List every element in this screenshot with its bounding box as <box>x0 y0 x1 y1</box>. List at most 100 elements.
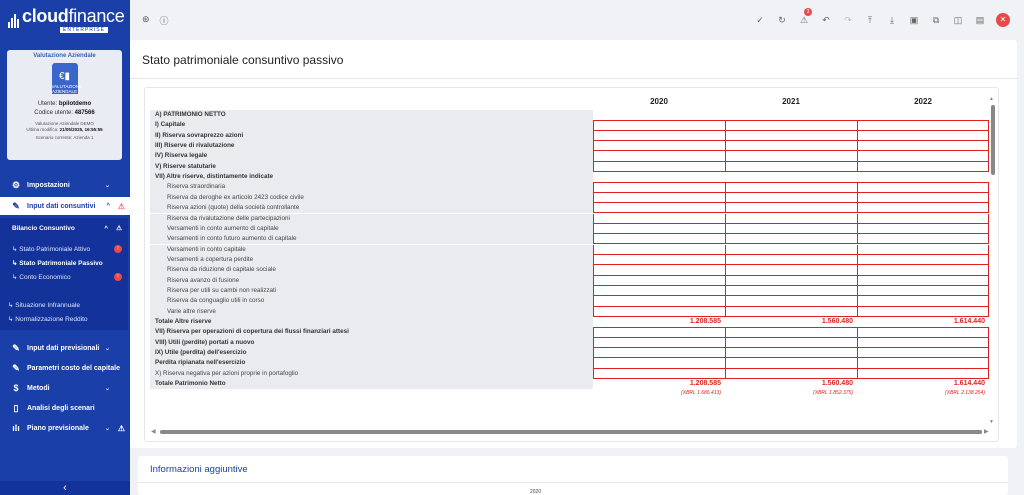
sub-conto-economico[interactable]: ↳ Conto Economico! <box>0 270 128 284</box>
input-cell-2022[interactable] <box>857 306 989 317</box>
input-cell-2021[interactable] <box>725 192 858 204</box>
input-cell-2021[interactable] <box>725 327 858 338</box>
help-icon[interactable]: ⓘ <box>160 14 169 27</box>
scroll-up-icon[interactable]: ▲ <box>989 96 994 102</box>
input-cell-2021[interactable] <box>725 151 858 162</box>
input-cell-2020[interactable] <box>593 358 726 369</box>
app-logo[interactable]: cloudfinance ENTERPRISE <box>0 0 130 40</box>
input-cell-2020[interactable] <box>593 203 726 214</box>
input-cell-2020[interactable] <box>593 223 726 235</box>
input-cell-2022[interactable] <box>857 151 989 162</box>
input-cell-2020[interactable] <box>593 161 726 173</box>
horizontal-scrollbar[interactable] <box>160 430 982 434</box>
input-cell-2020[interactable] <box>593 296 726 307</box>
nav-parametri[interactable]: ✎ Parametri costo del capitale <box>0 359 130 377</box>
input-cell-2022[interactable] <box>857 182 989 193</box>
input-cell-2021[interactable] <box>725 130 858 141</box>
input-cell-2022[interactable] <box>857 141 989 152</box>
upload-icon[interactable]: ⤒ <box>864 15 876 26</box>
input-cell-2022[interactable] <box>857 223 989 235</box>
vertical-scrollbar[interactable] <box>991 105 995 175</box>
input-cell-2021[interactable] <box>725 234 858 245</box>
input-cell-2021[interactable] <box>725 275 858 286</box>
input-cell-2020[interactable] <box>593 234 726 245</box>
input-cell-2021[interactable] <box>725 348 858 359</box>
support-icon[interactable]: ⊛ <box>142 14 150 27</box>
input-cell-2022[interactable] <box>857 275 989 286</box>
input-cell-2022[interactable] <box>857 327 989 338</box>
input-cell-2021[interactable] <box>725 358 858 369</box>
input-cell-2020[interactable] <box>593 151 726 162</box>
scroll-down-icon[interactable]: ▼ <box>989 419 994 425</box>
input-cell-2021[interactable] <box>725 306 858 317</box>
check-icon[interactable]: ✓ <box>754 15 766 26</box>
input-cell-2021[interactable] <box>725 337 858 348</box>
input-cell-2020[interactable] <box>593 265 726 276</box>
refresh-icon[interactable]: ↻ <box>776 15 788 26</box>
nav-piano[interactable]: ılı Piano previsionale ⌄ ⚠ <box>0 419 130 437</box>
input-cell-2022[interactable] <box>857 120 989 131</box>
nav-input-previsionali[interactable]: ✎ Input dati previsionali ⌄ <box>0 339 130 357</box>
nav-impostazioni[interactable]: ⚙ Impostazioni ⌄ <box>0 176 130 194</box>
input-cell-2021[interactable] <box>725 254 858 266</box>
input-cell-2020[interactable] <box>593 130 726 141</box>
input-cell-2020[interactable] <box>593 213 726 224</box>
input-cell-2022[interactable] <box>857 285 989 297</box>
undo-icon[interactable]: ↶ <box>820 15 832 26</box>
input-cell-2022[interactable] <box>857 265 989 276</box>
input-cell-2022[interactable] <box>857 130 989 141</box>
nav-input-consuntivi[interactable]: ✎ Input dati consuntivi ^ ⚠ <box>0 197 130 215</box>
nav-analisi[interactable]: ▯ Analisi degli scenari <box>0 399 130 417</box>
collapse-sidebar-button[interactable]: ‹ <box>0 481 130 495</box>
input-cell-2021[interactable] <box>725 223 858 235</box>
input-cell-2022[interactable] <box>857 192 989 204</box>
input-cell-2020[interactable] <box>593 182 726 193</box>
input-cell-2020[interactable] <box>593 285 726 297</box>
input-cell-2020[interactable] <box>593 368 726 380</box>
input-cell-2021[interactable] <box>725 161 858 173</box>
notifications-icon[interactable]: ⚠ 3 <box>798 7 812 26</box>
input-cell-2022[interactable] <box>857 348 989 359</box>
input-cell-2022[interactable] <box>857 234 989 245</box>
input-cell-2020[interactable] <box>593 348 726 359</box>
panel-icon[interactable]: ◫ <box>952 15 964 26</box>
input-cell-2020[interactable] <box>593 141 726 152</box>
input-cell-2021[interactable] <box>725 203 858 214</box>
input-cell-2021[interactable] <box>725 296 858 307</box>
sub-situazione[interactable]: ↳ Situazione Infrannuale <box>0 298 128 312</box>
input-cell-2022[interactable] <box>857 203 989 214</box>
sub-sp-passivo[interactable]: ↳ Stato Patrimoniale Passivo <box>0 256 128 270</box>
scroll-left-icon[interactable]: ◀ <box>151 428 156 435</box>
save-icon[interactable]: ▣ <box>908 15 920 26</box>
close-icon[interactable]: ✕ <box>996 13 1010 27</box>
input-cell-2020[interactable] <box>593 244 726 255</box>
input-cell-2021[interactable] <box>725 265 858 276</box>
redo-icon[interactable]: ↷ <box>842 15 854 26</box>
download-icon[interactable]: ⤓ <box>886 15 898 26</box>
nav-metodi[interactable]: $ Metodi ⌄ <box>0 379 130 397</box>
input-cell-2020[interactable] <box>593 327 726 338</box>
input-cell-2021[interactable] <box>725 182 858 193</box>
input-cell-2022[interactable] <box>857 296 989 307</box>
input-cell-2020[interactable] <box>593 120 726 131</box>
scroll-right-icon[interactable]: ▶ <box>984 428 989 435</box>
sub-sp-attivo[interactable]: ↳ Stato Patrimoniale Attivo! <box>0 242 128 256</box>
input-cell-2022[interactable] <box>857 368 989 380</box>
input-cell-2020[interactable] <box>593 275 726 286</box>
input-cell-2020[interactable] <box>593 306 726 317</box>
input-cell-2022[interactable] <box>857 254 989 266</box>
input-cell-2020[interactable] <box>593 254 726 266</box>
input-cell-2021[interactable] <box>725 141 858 152</box>
input-cell-2020[interactable] <box>593 337 726 348</box>
copy-icon[interactable]: ⧉ <box>930 15 942 26</box>
input-cell-2021[interactable] <box>725 213 858 224</box>
sub-normalizzazione[interactable]: ↳ Normalizzazione Reddito <box>0 312 128 326</box>
input-cell-2021[interactable] <box>725 120 858 131</box>
input-cell-2022[interactable] <box>857 337 989 348</box>
layout-icon[interactable]: ▤ <box>974 15 986 26</box>
input-cell-2022[interactable] <box>857 244 989 255</box>
input-cell-2021[interactable] <box>725 285 858 297</box>
input-cell-2022[interactable] <box>857 161 989 173</box>
input-cell-2021[interactable] <box>725 244 858 255</box>
sub-bilancio[interactable]: Bilancio Consuntivo ^ ⚠ <box>0 221 128 235</box>
